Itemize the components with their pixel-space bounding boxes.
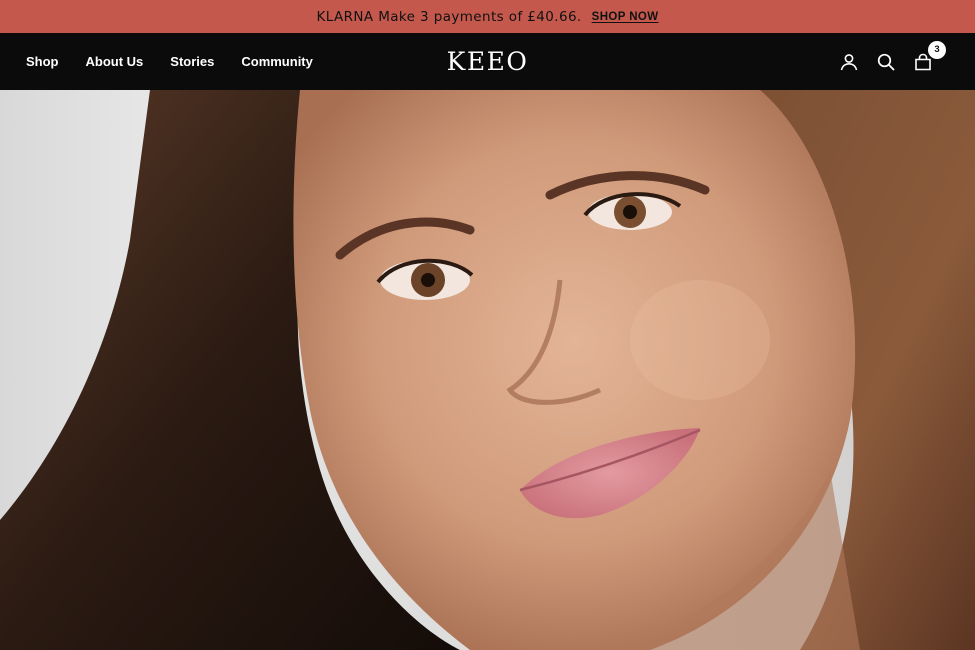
header-icons: 3 [839,33,946,90]
search-button[interactable] [876,52,896,72]
main-nav: Shop About Us Stories Community [26,33,313,90]
hero-image [0,90,975,650]
nav-stories[interactable]: Stories [170,54,214,69]
nav-shop[interactable]: Shop [26,54,59,69]
account-icon [840,53,858,70]
cart-count-badge: 3 [928,40,946,59]
account-button[interactable] [839,52,859,72]
site-logo[interactable]: KEEO [447,47,529,76]
announcement-message: KLARNA Make 3 payments of £40.66. [316,8,582,25]
nav-about-us[interactable]: About Us [86,54,144,69]
announcement-bar: KLARNA Make 3 payments of £40.66. SHOP N… [0,0,975,33]
site-header: Shop About Us Stories Community KEEO 3 [0,33,975,90]
shop-now-link[interactable]: SHOP NOW [592,11,659,23]
nav-community[interactable]: Community [241,54,313,69]
cart-button[interactable]: 3 [913,40,946,72]
hero-portrait-illustration [0,90,975,650]
search-icon [877,53,895,70]
